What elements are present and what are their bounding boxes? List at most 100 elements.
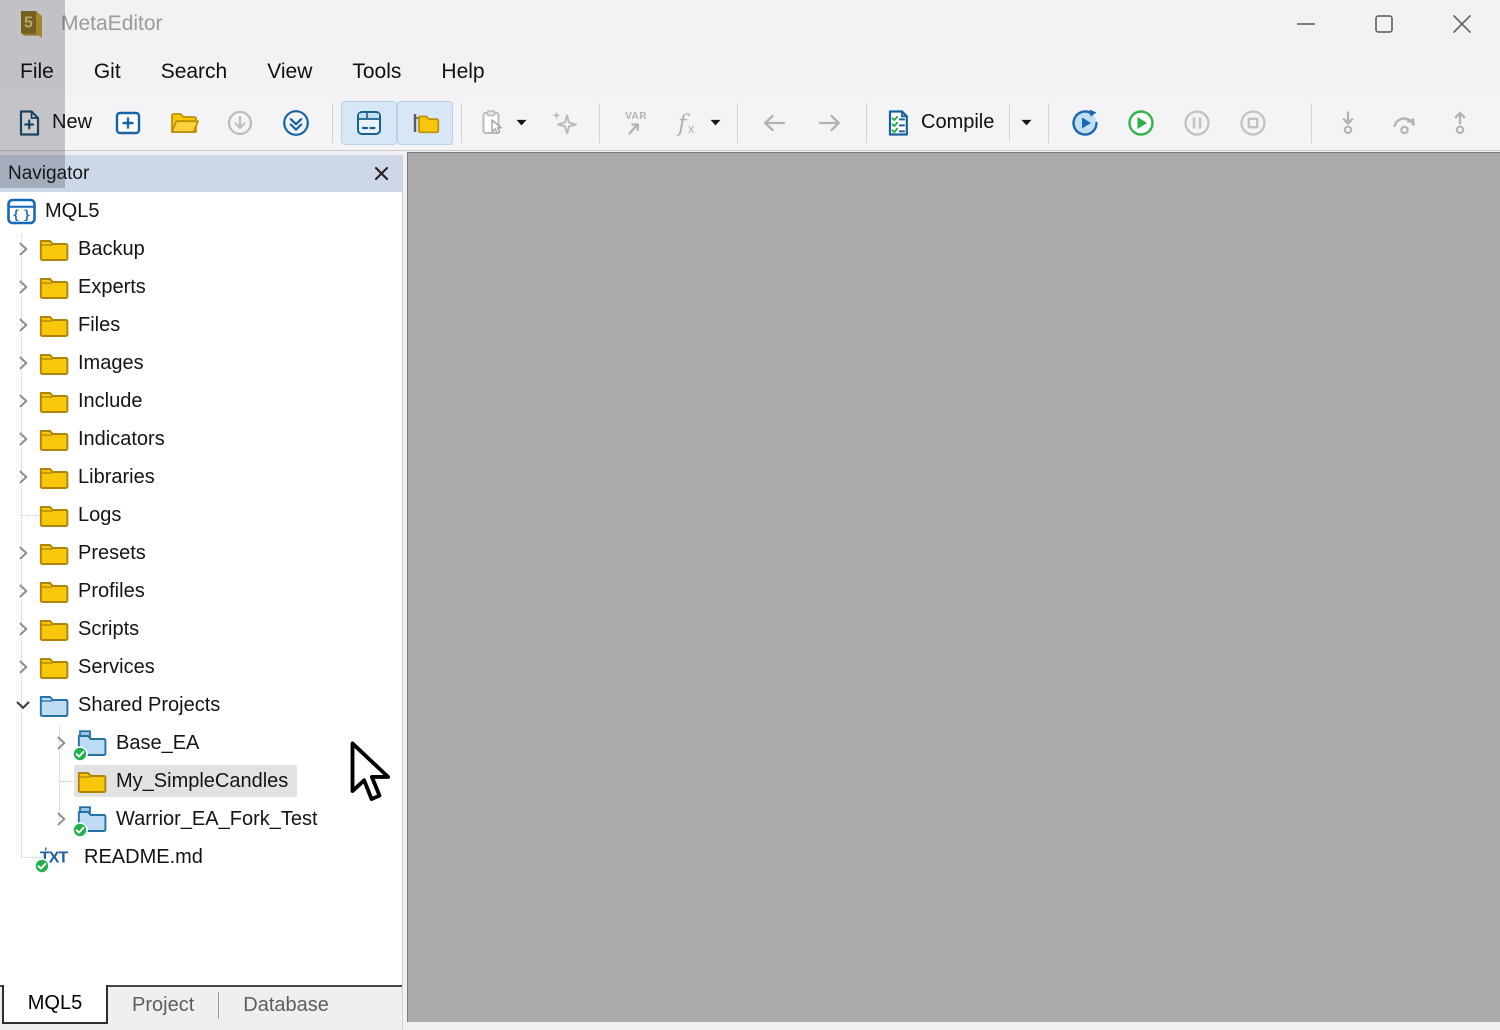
open-folder-button[interactable]: [156, 101, 212, 145]
tree-item-content[interactable]: Images: [36, 347, 153, 379]
tree-item-content[interactable]: Logs: [36, 499, 130, 531]
tree-item-my-simplecandles[interactable]: My_SimpleCandles: [0, 762, 402, 800]
step-into-button[interactable]: [1320, 101, 1376, 145]
stop-button[interactable]: [1225, 101, 1281, 145]
navigator-close-icon[interactable]: [370, 163, 392, 185]
svg-text:x: x: [688, 121, 695, 136]
expander-chevron-right[interactable]: [10, 581, 36, 601]
expander-chevron-right[interactable]: [48, 733, 74, 753]
tree-item-files[interactable]: Files: [0, 306, 402, 344]
tree-item-content[interactable]: Scripts: [36, 613, 148, 645]
layout-toggle-button[interactable]: [341, 101, 397, 145]
tree-item-mql5[interactable]: {}MQL5: [0, 192, 402, 230]
back-button[interactable]: [746, 101, 802, 145]
tree-item-content[interactable]: Presets: [36, 537, 155, 569]
tree-item-shared-projects[interactable]: Shared Projects: [0, 686, 402, 724]
maximize-button[interactable]: [1370, 10, 1398, 38]
step-out-button[interactable]: [1432, 101, 1488, 145]
folder-icon: [39, 616, 69, 642]
goto-variable-button[interactable]: VAR: [608, 101, 664, 145]
expander-chevron-right[interactable]: [10, 315, 36, 335]
tree-item-content[interactable]: Indicators: [36, 423, 174, 455]
metaeditor-logo-icon: 5: [16, 8, 46, 40]
tree-item-images[interactable]: Images: [0, 344, 402, 382]
folder-icon: [39, 578, 69, 604]
expander-chevron-right[interactable]: [10, 429, 36, 449]
tree-item-logs[interactable]: Logs: [0, 496, 402, 534]
git-synced-badge: [72, 746, 88, 762]
goto-variable-icon: VAR: [621, 108, 651, 138]
tree-item-backup[interactable]: Backup: [0, 230, 402, 268]
tree-item-content[interactable]: My_SimpleCandles: [74, 765, 297, 797]
expander-chevron-right[interactable]: [10, 391, 36, 411]
tree-item-experts[interactable]: Experts: [0, 268, 402, 306]
step-over-button[interactable]: [1376, 101, 1432, 145]
tree-item-content[interactable]: {}MQL5: [4, 195, 108, 228]
expander-chevron-right[interactable]: [10, 467, 36, 487]
tree-item-content[interactable]: Profiles: [36, 575, 154, 607]
new-button[interactable]: New: [6, 101, 100, 145]
menu-file[interactable]: File: [0, 48, 74, 95]
tree-item-content[interactable]: Libraries: [36, 461, 164, 493]
tab-mql5[interactable]: MQL5: [2, 985, 108, 1024]
tree-item-content[interactable]: Services: [36, 651, 164, 683]
dropdown-arrow-icon: [1021, 119, 1032, 126]
tree-item-content[interactable]: TXTREADME.md: [36, 842, 212, 872]
minimize-button[interactable]: [1292, 10, 1320, 38]
pause-button[interactable]: [1169, 101, 1225, 145]
tree-item-services[interactable]: Services: [0, 648, 402, 686]
paste-button[interactable]: [470, 101, 535, 145]
expander-chevron-down[interactable]: [10, 695, 36, 715]
tree-item-content[interactable]: Experts: [36, 271, 155, 303]
folder-icon: [39, 426, 69, 452]
close-button[interactable]: [1448, 10, 1476, 38]
compile-icon: [883, 108, 913, 138]
mql5-icon: {}: [7, 198, 36, 225]
tree-item-warrior-ea-fork-test[interactable]: Warrior_EA_Fork_Test: [0, 800, 402, 838]
forward-button[interactable]: [802, 101, 858, 145]
tab-database[interactable]: Database: [219, 987, 353, 1024]
start-debugging-button[interactable]: [1057, 101, 1113, 145]
window-title: MetaEditor: [61, 12, 163, 36]
tree-item-profiles[interactable]: Profiles: [0, 572, 402, 610]
expander-chevron-right[interactable]: [10, 353, 36, 373]
tree-item-indicators[interactable]: Indicators: [0, 420, 402, 458]
menu-tools[interactable]: Tools: [332, 48, 421, 95]
menu-search[interactable]: Search: [141, 48, 248, 95]
navigator-toggle-button[interactable]: [397, 101, 453, 145]
new-window-button[interactable]: [100, 101, 156, 145]
run-button[interactable]: [1113, 101, 1169, 145]
tree-item-base-ea[interactable]: Base_EA: [0, 724, 402, 762]
menu-git[interactable]: Git: [74, 48, 141, 95]
download-button[interactable]: [212, 101, 268, 145]
download-all-button[interactable]: [268, 101, 324, 145]
tab-project[interactable]: Project: [108, 987, 218, 1024]
menu-help[interactable]: Help: [421, 48, 504, 95]
expander-chevron-right[interactable]: [10, 543, 36, 563]
maximize-icon: [1371, 11, 1397, 37]
menu-view[interactable]: View: [247, 48, 332, 95]
tree-item-readme-md[interactable]: TXTREADME.md: [0, 838, 402, 876]
folder-icon-wrap: [39, 350, 69, 376]
compile-button[interactable]: Compile: [875, 101, 1040, 145]
tree-item-libraries[interactable]: Libraries: [0, 458, 402, 496]
expander-chevron-right[interactable]: [10, 619, 36, 639]
expander-chevron-right[interactable]: [48, 809, 74, 829]
expander-chevron-right[interactable]: [10, 657, 36, 677]
tree-item-presets[interactable]: Presets: [0, 534, 402, 572]
tree-item-content[interactable]: Base_EA: [74, 727, 208, 760]
tree-item-scripts[interactable]: Scripts: [0, 610, 402, 648]
tree-item-content[interactable]: Warrior_EA_Fork_Test: [74, 803, 327, 836]
window-controls: [1292, 10, 1476, 38]
tree-item-content[interactable]: Shared Projects: [36, 689, 229, 721]
function-list-button[interactable]: fx: [664, 101, 729, 145]
expander-chevron-right[interactable]: [10, 277, 36, 297]
expander-chevron-right[interactable]: [10, 239, 36, 259]
tree-item-content[interactable]: Files: [36, 309, 129, 341]
folder-icon: [39, 540, 69, 566]
tree-item-content[interactable]: Backup: [36, 233, 154, 265]
tree-item-content[interactable]: Include: [36, 385, 152, 417]
tree-item-include[interactable]: Include: [0, 382, 402, 420]
ai-assistant-button[interactable]: [535, 101, 591, 145]
layout-toggle-icon: [354, 108, 384, 138]
